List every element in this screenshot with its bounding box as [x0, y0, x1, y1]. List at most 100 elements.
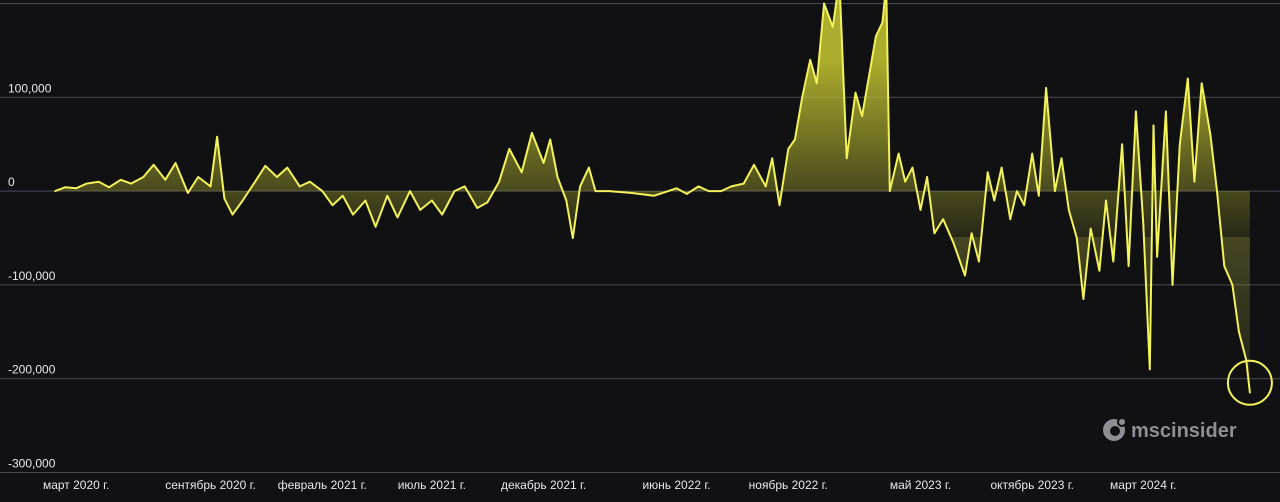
data-point: [978, 260, 980, 263]
series-layer: [54, 0, 1251, 394]
data-point: [209, 185, 212, 188]
data-point: [1135, 110, 1137, 113]
data-point: [764, 185, 767, 188]
data-point: [1076, 237, 1078, 239]
data-point: [1082, 298, 1085, 300]
data-point: [64, 186, 66, 189]
data-point: [164, 179, 167, 181]
x-tick-label: март 2020 г.: [43, 478, 109, 492]
y-tick-label: -300,000: [8, 457, 56, 471]
data-point: [1209, 134, 1212, 136]
data-point: [508, 148, 511, 150]
data-point: [889, 190, 891, 192]
data-point: [919, 209, 922, 211]
data-point: [778, 204, 781, 206]
data-point: [309, 180, 311, 183]
data-point: [286, 166, 289, 169]
chart-container: 200,000100,0000-100,000-200,000-300,000 …: [0, 0, 1280, 497]
watermark: mscinsider: [1103, 417, 1237, 442]
data-point: [396, 216, 399, 219]
data-point: [264, 165, 267, 167]
data-point: [942, 218, 944, 220]
data-point: [1231, 284, 1234, 286]
data-point: [653, 195, 655, 197]
data-point: [911, 166, 914, 169]
data-point: [441, 213, 443, 216]
data-point: [845, 157, 848, 160]
data-point: [854, 91, 857, 94]
data-point: [520, 171, 523, 174]
y-tick-label: 100,000: [8, 81, 52, 95]
data-point: [463, 185, 466, 188]
data-point: [1249, 392, 1251, 394]
data-point: [608, 190, 611, 192]
data-point: [730, 185, 733, 188]
x-tick-label: ноябрь 2022 г.: [749, 478, 828, 492]
x-tick-label: июнь 2022 г.: [642, 478, 710, 492]
data-point: [1171, 284, 1174, 286]
data-point: [809, 59, 811, 61]
y-tick-label: -200,000: [8, 363, 56, 377]
data-point: [742, 182, 745, 185]
data-point: [926, 176, 928, 178]
data-point: [964, 274, 966, 277]
data-point: [933, 232, 936, 235]
data-point: [1193, 180, 1196, 183]
data-point: [631, 192, 633, 194]
data-point: [794, 138, 796, 141]
data-point: [321, 190, 324, 192]
data-point: [832, 26, 834, 28]
data-point: [861, 115, 863, 117]
y-tick-label: -100,000: [8, 269, 56, 283]
watermark-text: mscinsider: [1131, 420, 1237, 442]
data-point: [1112, 260, 1115, 263]
data-point: [174, 162, 177, 164]
data-point: [1238, 331, 1240, 333]
data-point: [1089, 227, 1092, 230]
data-point: [686, 193, 688, 195]
data-point: [119, 179, 122, 181]
data-point: [897, 152, 900, 155]
data-point: [1127, 265, 1130, 267]
data-point: [231, 213, 234, 216]
data-point: [223, 197, 226, 200]
data-point: [868, 73, 871, 75]
data-point: [1105, 199, 1107, 202]
data-point: [675, 187, 678, 190]
data-point: [142, 176, 145, 178]
data-point: [801, 96, 803, 99]
data-point: [1098, 270, 1101, 272]
data-point: [342, 195, 344, 197]
data-point: [816, 82, 818, 84]
data-point: [556, 176, 559, 178]
data-point: [1156, 255, 1158, 258]
data-point: [75, 187, 77, 190]
data-point: [787, 148, 790, 150]
data-point: [771, 157, 773, 160]
data-point: [187, 192, 189, 194]
data-point: [1038, 195, 1040, 197]
data-point: [1045, 87, 1047, 89]
data-point: [1009, 218, 1012, 220]
data-point: [986, 171, 989, 174]
data-point: [1179, 143, 1181, 145]
data-point: [753, 164, 755, 166]
data-point: [130, 182, 132, 185]
data-point: [993, 199, 996, 202]
data-point: [881, 21, 884, 24]
x-tick-label: октябрь 2023 г.: [991, 478, 1074, 492]
data-point: [565, 199, 568, 202]
data-point: [904, 180, 906, 183]
data-point: [386, 195, 389, 197]
data-point: [85, 182, 88, 185]
data-point: [276, 176, 278, 178]
data-point: [1152, 124, 1155, 127]
data-point: [98, 180, 100, 183]
data-point: [453, 190, 456, 192]
data-point: [352, 213, 354, 216]
data-point: [197, 176, 199, 178]
data-point: [1054, 190, 1056, 192]
data-point: [1023, 204, 1025, 206]
data-point: [594, 190, 597, 192]
x-axis-ticks: март 2020 г. сентябрь 2020 г. февраль 2021…: [43, 478, 1177, 492]
